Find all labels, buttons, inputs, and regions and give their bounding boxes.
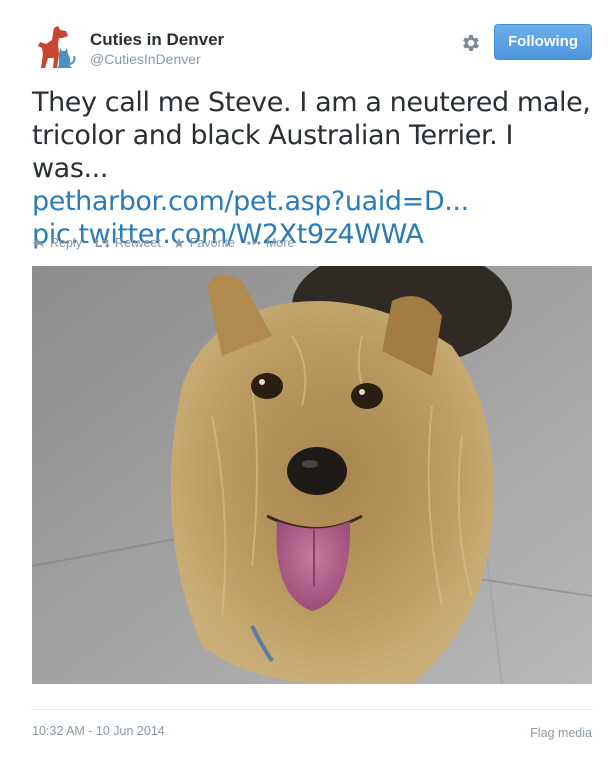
- tweet-text-line-1: They call me Steve. I am a neutered male…: [32, 87, 591, 118]
- flag-media-link[interactable]: Flag media: [530, 726, 592, 740]
- account-handle[interactable]: @CutiesInDenver: [90, 50, 224, 68]
- tweet-header: Cuties in Denver @CutiesInDenver Followi…: [32, 24, 592, 74]
- more-label: More: [265, 236, 295, 250]
- display-name[interactable]: Cuties in Denver: [90, 30, 224, 50]
- dog-cat-logo-icon: [38, 26, 76, 68]
- more-button[interactable]: More: [247, 236, 294, 250]
- divider: [32, 709, 592, 710]
- retweet-icon: [93, 238, 110, 248]
- terrier-dog-photo: [32, 266, 592, 684]
- tweet-photo[interactable]: [32, 266, 592, 684]
- account-names[interactable]: Cuties in Denver @CutiesInDenver: [90, 30, 224, 68]
- more-dots-icon: [247, 241, 261, 245]
- star-icon: [173, 238, 184, 248]
- tweet-actions: Reply Retweet Favorite More: [32, 236, 294, 250]
- tweet-timestamp[interactable]: 10:32 AM - 10 Jun 2014: [32, 724, 165, 738]
- reply-label: Reply: [50, 236, 82, 250]
- gear-icon[interactable]: [460, 32, 482, 54]
- favorite-label: Favorite: [189, 236, 235, 250]
- tweet-url-link[interactable]: petharbor.com/pet.asp?uaid=D...: [32, 185, 597, 218]
- retweet-label: Retweet: [114, 236, 161, 250]
- favorite-button[interactable]: Favorite: [173, 236, 235, 250]
- following-button[interactable]: Following: [494, 24, 592, 60]
- avatar[interactable]: [32, 24, 80, 72]
- reply-icon: [33, 238, 44, 248]
- retweet-button[interactable]: Retweet: [93, 236, 161, 250]
- tweet-text-line-2: tricolor and black Australian Terrier. I…: [32, 120, 514, 184]
- tweet-text: They call me Steve. I am a neutered male…: [32, 86, 597, 251]
- reply-button[interactable]: Reply: [32, 236, 82, 250]
